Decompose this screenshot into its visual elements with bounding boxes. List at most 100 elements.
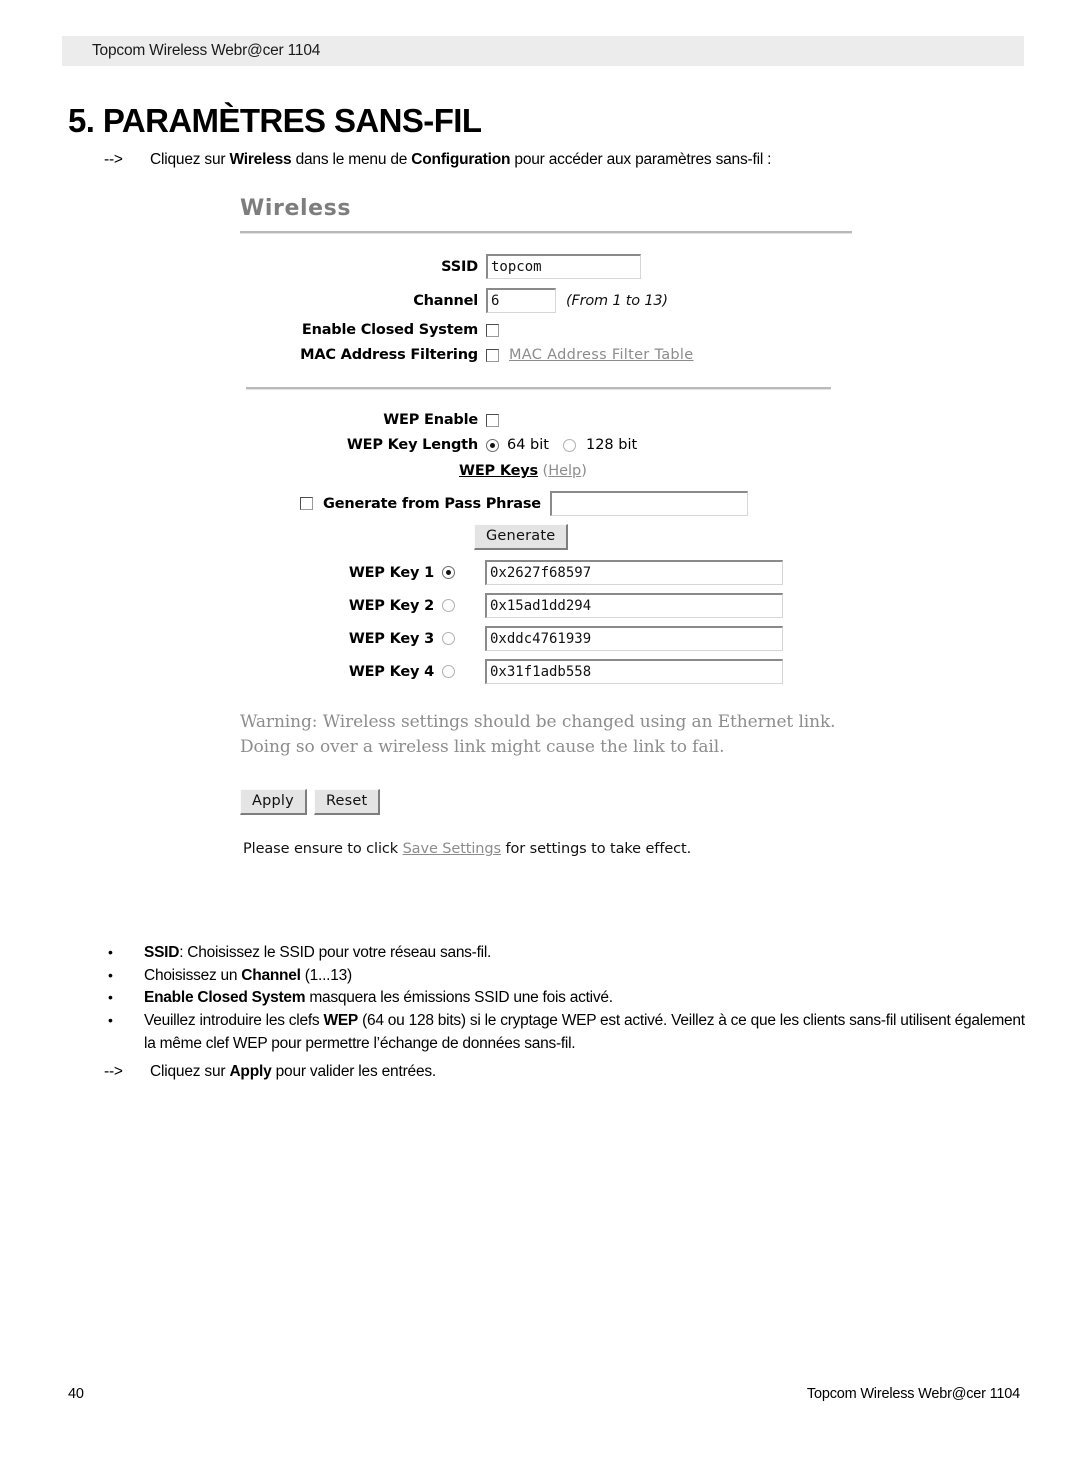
wep-help-link[interactable]: Help	[548, 463, 581, 479]
wep-key-4-label: WEP Key 4	[348, 663, 434, 680]
intro-arrow-marker: -->	[104, 151, 123, 168]
mac-address-filter-table-link[interactable]: MAC Address Filter Table	[509, 347, 693, 363]
bullet-closed-system-rest: masquera les émissions SSID une fois act…	[305, 989, 613, 1007]
ssid-row: SSID	[238, 254, 878, 279]
bullet-icon: •	[108, 966, 113, 983]
closing-post: pour valider les entrées.	[271, 1063, 437, 1080]
bullet-icon: •	[108, 1011, 113, 1028]
help-paren-close: )	[581, 463, 587, 479]
channel-label: Channel	[413, 292, 478, 309]
channel-row: Channel (From 1 to 13)	[238, 288, 878, 313]
wep-key-3-input[interactable]	[485, 626, 783, 651]
router-config-screenshot: Wireless SSID Channel (From 1 to 13) Ena…	[238, 196, 878, 857]
bullet-wep-bold: WEP	[323, 1011, 359, 1029]
list-item: • Choisissez un Channel (1...13)	[104, 965, 1034, 988]
wep-key-2-label: WEP Key 2	[348, 597, 434, 614]
save-note-post: for settings to take effect.	[500, 841, 692, 858]
pass-phrase-label: Generate from Pass Phrase	[323, 495, 541, 512]
page-title: 5. PARAMÈTRES SANS-FIL	[68, 102, 482, 140]
page-header-band: Topcom Wireless Webr@cer 1104	[62, 36, 1024, 66]
mac-filtering-label: MAC Address Filtering	[300, 347, 478, 363]
intro-bold-wireless: Wireless	[229, 151, 292, 168]
wep-key-row: WEP Key 2	[238, 593, 878, 618]
warning-line-2: Doing so over a wireless link might caus…	[240, 736, 725, 757]
closed-system-checkbox[interactable]	[486, 323, 499, 337]
save-settings-link[interactable]: Save Settings	[403, 841, 501, 857]
bullet-closed-system-text: Enable Closed System masquera les émissi…	[144, 987, 1034, 1010]
wep-enable-checkbox[interactable]	[486, 413, 499, 427]
bullet-ssid-text: SSID: Choisissez le SSID pour votre rése…	[144, 942, 1034, 965]
pass-phrase-row: Generate from Pass Phrase	[300, 491, 878, 516]
wep-key-1-radio[interactable]	[442, 566, 455, 579]
wep-length-64-label: 64 bit	[507, 437, 549, 453]
wireless-settings-form: SSID Channel (From 1 to 13) Enable Close…	[238, 254, 878, 857]
wep-length-128-label: 128 bit	[585, 437, 638, 453]
closing-pre: Cliquez sur	[150, 1063, 230, 1080]
apply-button[interactable]: Apply	[240, 789, 307, 816]
save-settings-note: Please ensure to click Save Settings for…	[243, 841, 878, 857]
wep-key-length-label: WEP Key Length	[346, 437, 478, 453]
wep-key-4-input[interactable]	[485, 659, 783, 684]
wireless-warning-text: Warning: Wireless settings should be cha…	[240, 710, 878, 759]
page-header-text: Topcom Wireless Webr@cer 1104	[92, 42, 321, 59]
list-item: • SSID: Choisissez le SSID pour votre ré…	[104, 942, 1034, 965]
list-item: • Enable Closed System masquera les émis…	[104, 987, 1034, 1010]
wep-key-4-radio[interactable]	[442, 665, 455, 678]
closing-arrow-marker: -->	[104, 1063, 123, 1080]
channel-range-hint: (From 1 to 13)	[566, 292, 668, 309]
panel-title-divider	[240, 231, 852, 234]
wep-key-2-input[interactable]	[485, 593, 783, 618]
closing-bold-apply: Apply	[229, 1063, 272, 1080]
generate-button[interactable]: Generate	[474, 524, 569, 550]
wep-key-3-label: WEP Key 3	[348, 630, 434, 647]
intro-instruction: --> Cliquez sur Wireless dans le menu de …	[104, 151, 771, 169]
intro-bold-configuration: Configuration	[411, 151, 511, 168]
bullet-ssid-rest: : Choisissez le SSID pour votre réseau s…	[179, 944, 492, 961]
bullet-icon: •	[108, 944, 113, 960]
mac-filtering-row: MAC Address Filtering MAC Address Filter…	[238, 347, 878, 363]
bullet-icon: •	[108, 989, 113, 1006]
bullet-wep-text: Veuillez introduire les clefs WEP (64 ou…	[144, 1010, 1034, 1055]
intro-text-part2: dans le menu de	[291, 151, 412, 168]
bullet-channel-pre: Choisissez un	[144, 966, 242, 984]
wep-key-row: WEP Key 3	[238, 626, 878, 651]
bullet-wep-pre: Veuillez introduire les clefs	[144, 1011, 324, 1029]
pass-phrase-input[interactable]	[549, 491, 748, 516]
intro-text-part1: Cliquez sur	[150, 151, 230, 168]
wireless-panel-title: Wireless	[240, 196, 352, 221]
closed-system-label: Enable Closed System	[301, 322, 478, 338]
form-actions: Apply Reset	[240, 789, 878, 816]
closing-instruction: --> Cliquez sur Apply pour valider les en…	[104, 1063, 436, 1081]
wep-enable-row: WEP Enable	[238, 412, 878, 428]
wep-keys-heading: WEP Keys (Help)	[168, 463, 878, 479]
section-divider	[246, 387, 831, 390]
wep-key-1-label: WEP Key 1	[348, 564, 434, 581]
channel-input[interactable]	[486, 288, 556, 313]
bullet-closed-system-bold: Enable Closed System	[144, 989, 306, 1007]
ssid-input[interactable]	[486, 254, 641, 279]
wep-key-2-radio[interactable]	[442, 599, 455, 612]
mac-filtering-checkbox[interactable]	[486, 348, 499, 362]
bullet-channel-rest: (1...13)	[300, 966, 352, 984]
footer-product-name: Topcom Wireless Webr@cer 1104	[806, 1386, 1020, 1402]
wep-length-128-radio[interactable]	[562, 438, 576, 452]
generate-button-row: Generate	[474, 524, 878, 550]
wep-enable-label: WEP Enable	[383, 412, 478, 428]
wep-key-list: WEP Key 1 WEP Key 2 WEP Key 3	[238, 560, 878, 684]
help-paren-open: (	[537, 463, 549, 479]
pass-phrase-checkbox[interactable]	[300, 497, 313, 510]
bullet-channel-bold: Channel	[241, 966, 301, 984]
wep-key-row: WEP Key 4	[238, 659, 878, 684]
wep-key-row: WEP Key 1	[238, 560, 878, 585]
wep-key-length-row: WEP Key Length 64 bit 128 bit	[238, 437, 878, 453]
wep-keys-title: WEP Keys	[459, 463, 538, 479]
wep-key-1-input[interactable]	[485, 560, 783, 585]
bullet-channel-text: Choisissez un Channel (1...13)	[144, 965, 1034, 988]
wep-length-64-radio[interactable]	[486, 438, 499, 452]
closed-system-row: Enable Closed System	[238, 322, 878, 338]
warning-line-1: Warning: Wireless settings should be cha…	[240, 712, 836, 732]
reset-button[interactable]: Reset	[313, 789, 381, 816]
wep-key-3-radio[interactable]	[442, 632, 455, 645]
intro-text-part3: pour accéder aux paramètres sans-fil :	[510, 151, 772, 168]
footer-page-number: 40	[68, 1386, 84, 1402]
